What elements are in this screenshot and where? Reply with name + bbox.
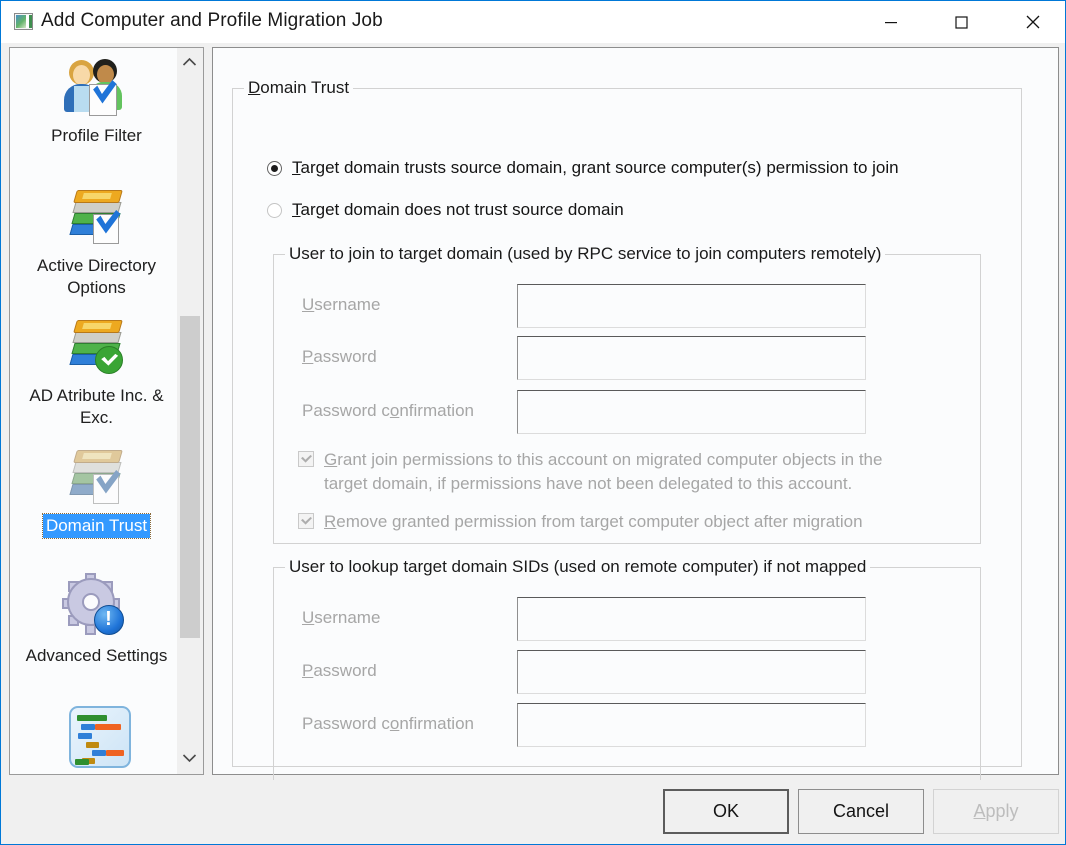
sidebar-item-label: Domain Trust <box>41 513 152 539</box>
join-password-confirm-input[interactable] <box>517 390 866 434</box>
domain-trust-legend: Domain Trust <box>244 78 354 98</box>
apply-button[interactable]: Apply <box>933 789 1059 834</box>
user-to-lookup-legend: User to lookup target domain SIDs (used … <box>285 557 871 577</box>
dialog-window: Add Computer and Profile Migration Job P… <box>0 0 1066 845</box>
join-password-row: Password <box>274 336 980 380</box>
checkbox-remove-granted-permission[interactable]: Remove granted permission from target co… <box>298 510 958 534</box>
monitor-icon <box>14 13 33 30</box>
sidebar-item-advanced-settings[interactable]: Advanced Settings <box>10 573 183 668</box>
sidebar-item-label: AD Atribute Inc. & Exc. <box>29 386 164 427</box>
lookup-password-confirm-input[interactable] <box>517 703 866 747</box>
join-username-row: Username <box>274 284 980 328</box>
settings-panel: Domain Trust Target domain trusts source… <box>212 47 1059 799</box>
lookup-password-row: Password <box>274 650 980 694</box>
title-bar: Add Computer and Profile Migration Job <box>1 1 1065 43</box>
books-stack-check-icon <box>61 184 133 252</box>
user-to-join-legend: User to join to target domain (used by R… <box>285 244 886 264</box>
scrollbar-thumb[interactable] <box>180 316 200 638</box>
minimize-icon[interactable] <box>867 7 914 37</box>
gantt-chart-icon <box>61 704 133 772</box>
sidebar-item-domain-trust[interactable]: Domain Trust <box>10 444 183 539</box>
radio-indicator <box>267 202 282 218</box>
lookup-username-row: Username <box>274 597 980 641</box>
lookup-password-label: Password <box>302 661 377 680</box>
dialog-content: Profile Filter Active Directory Options … <box>1 43 1065 799</box>
ok-button[interactable]: OK <box>663 789 789 834</box>
user-to-lookup-groupbox: User to lookup target domain SIDs (used … <box>273 557 981 799</box>
radio-target-domain-trusts[interactable]: Target domain trusts source domain, gran… <box>267 158 899 178</box>
window-title: Add Computer and Profile Migration Job <box>41 10 383 31</box>
dialog-footer: OK Cancel Apply <box>1 780 1065 844</box>
radio-indicator <box>267 160 282 176</box>
lookup-password-confirm-row: Password confirmation <box>274 703 980 747</box>
checkbox-label: Remove granted permission from target co… <box>324 512 863 531</box>
checkbox-indicator <box>298 513 314 529</box>
join-username-input[interactable] <box>517 284 866 328</box>
chevron-up-icon[interactable] <box>177 50 202 76</box>
sidebar-item-ad-attribute[interactable]: AD Atribute Inc. & Exc. <box>10 314 183 430</box>
chevron-down-icon[interactable] <box>177 746 202 772</box>
checkbox-label: Grant join permissions to this account o… <box>324 450 883 493</box>
join-password-label: Password <box>302 347 377 366</box>
join-password-input[interactable] <box>517 336 866 380</box>
sidebar-item-label: Profile Filter <box>51 126 142 145</box>
books-stack-green-check-icon <box>61 314 133 382</box>
sidebar-item-active-directory-options[interactable]: Active Directory Options <box>10 184 183 300</box>
sidebar-item-profile-filter[interactable]: Profile Filter <box>10 54 183 148</box>
join-password-confirm-label: Password confirmation <box>302 401 474 420</box>
lookup-username-input[interactable] <box>517 597 866 641</box>
radio-target-domain-does-not-trust[interactable]: Target domain does not trust source doma… <box>267 200 624 220</box>
sidebar-scrollbar[interactable] <box>177 47 204 775</box>
cancel-button[interactable]: Cancel <box>798 789 924 834</box>
maximize-icon[interactable] <box>937 7 984 37</box>
close-icon[interactable] <box>1009 7 1056 37</box>
lookup-password-confirm-label: Password confirmation <box>302 714 474 733</box>
join-password-confirm-row: Password confirmation <box>274 390 980 434</box>
radio-label: Target domain does not trust source doma… <box>292 200 624 219</box>
user-to-join-groupbox: User to join to target domain (used by R… <box>273 244 981 544</box>
sidebar-item-label: Active Directory Options <box>36 256 157 297</box>
checkbox-grant-join-permissions[interactable]: Grant join permissions to this account o… <box>298 448 958 496</box>
lookup-username-label: Username <box>302 608 381 627</box>
domain-trust-groupbox: Domain Trust Target domain trusts source… <box>232 78 1022 799</box>
radio-label: Target domain trusts source domain, gran… <box>292 158 899 177</box>
gear-info-icon <box>61 573 133 642</box>
sidebar-item-gantt[interactable] <box>10 704 183 774</box>
books-stack-faded-icon <box>61 444 133 512</box>
join-username-label: Username <box>302 295 381 314</box>
sidebar-item-label: Advanced Settings <box>25 646 168 665</box>
navigation-sidebar: Profile Filter Active Directory Options … <box>9 47 204 775</box>
lookup-password-input[interactable] <box>517 650 866 694</box>
checkbox-indicator <box>298 451 314 467</box>
two-people-checklist-icon <box>61 54 133 122</box>
